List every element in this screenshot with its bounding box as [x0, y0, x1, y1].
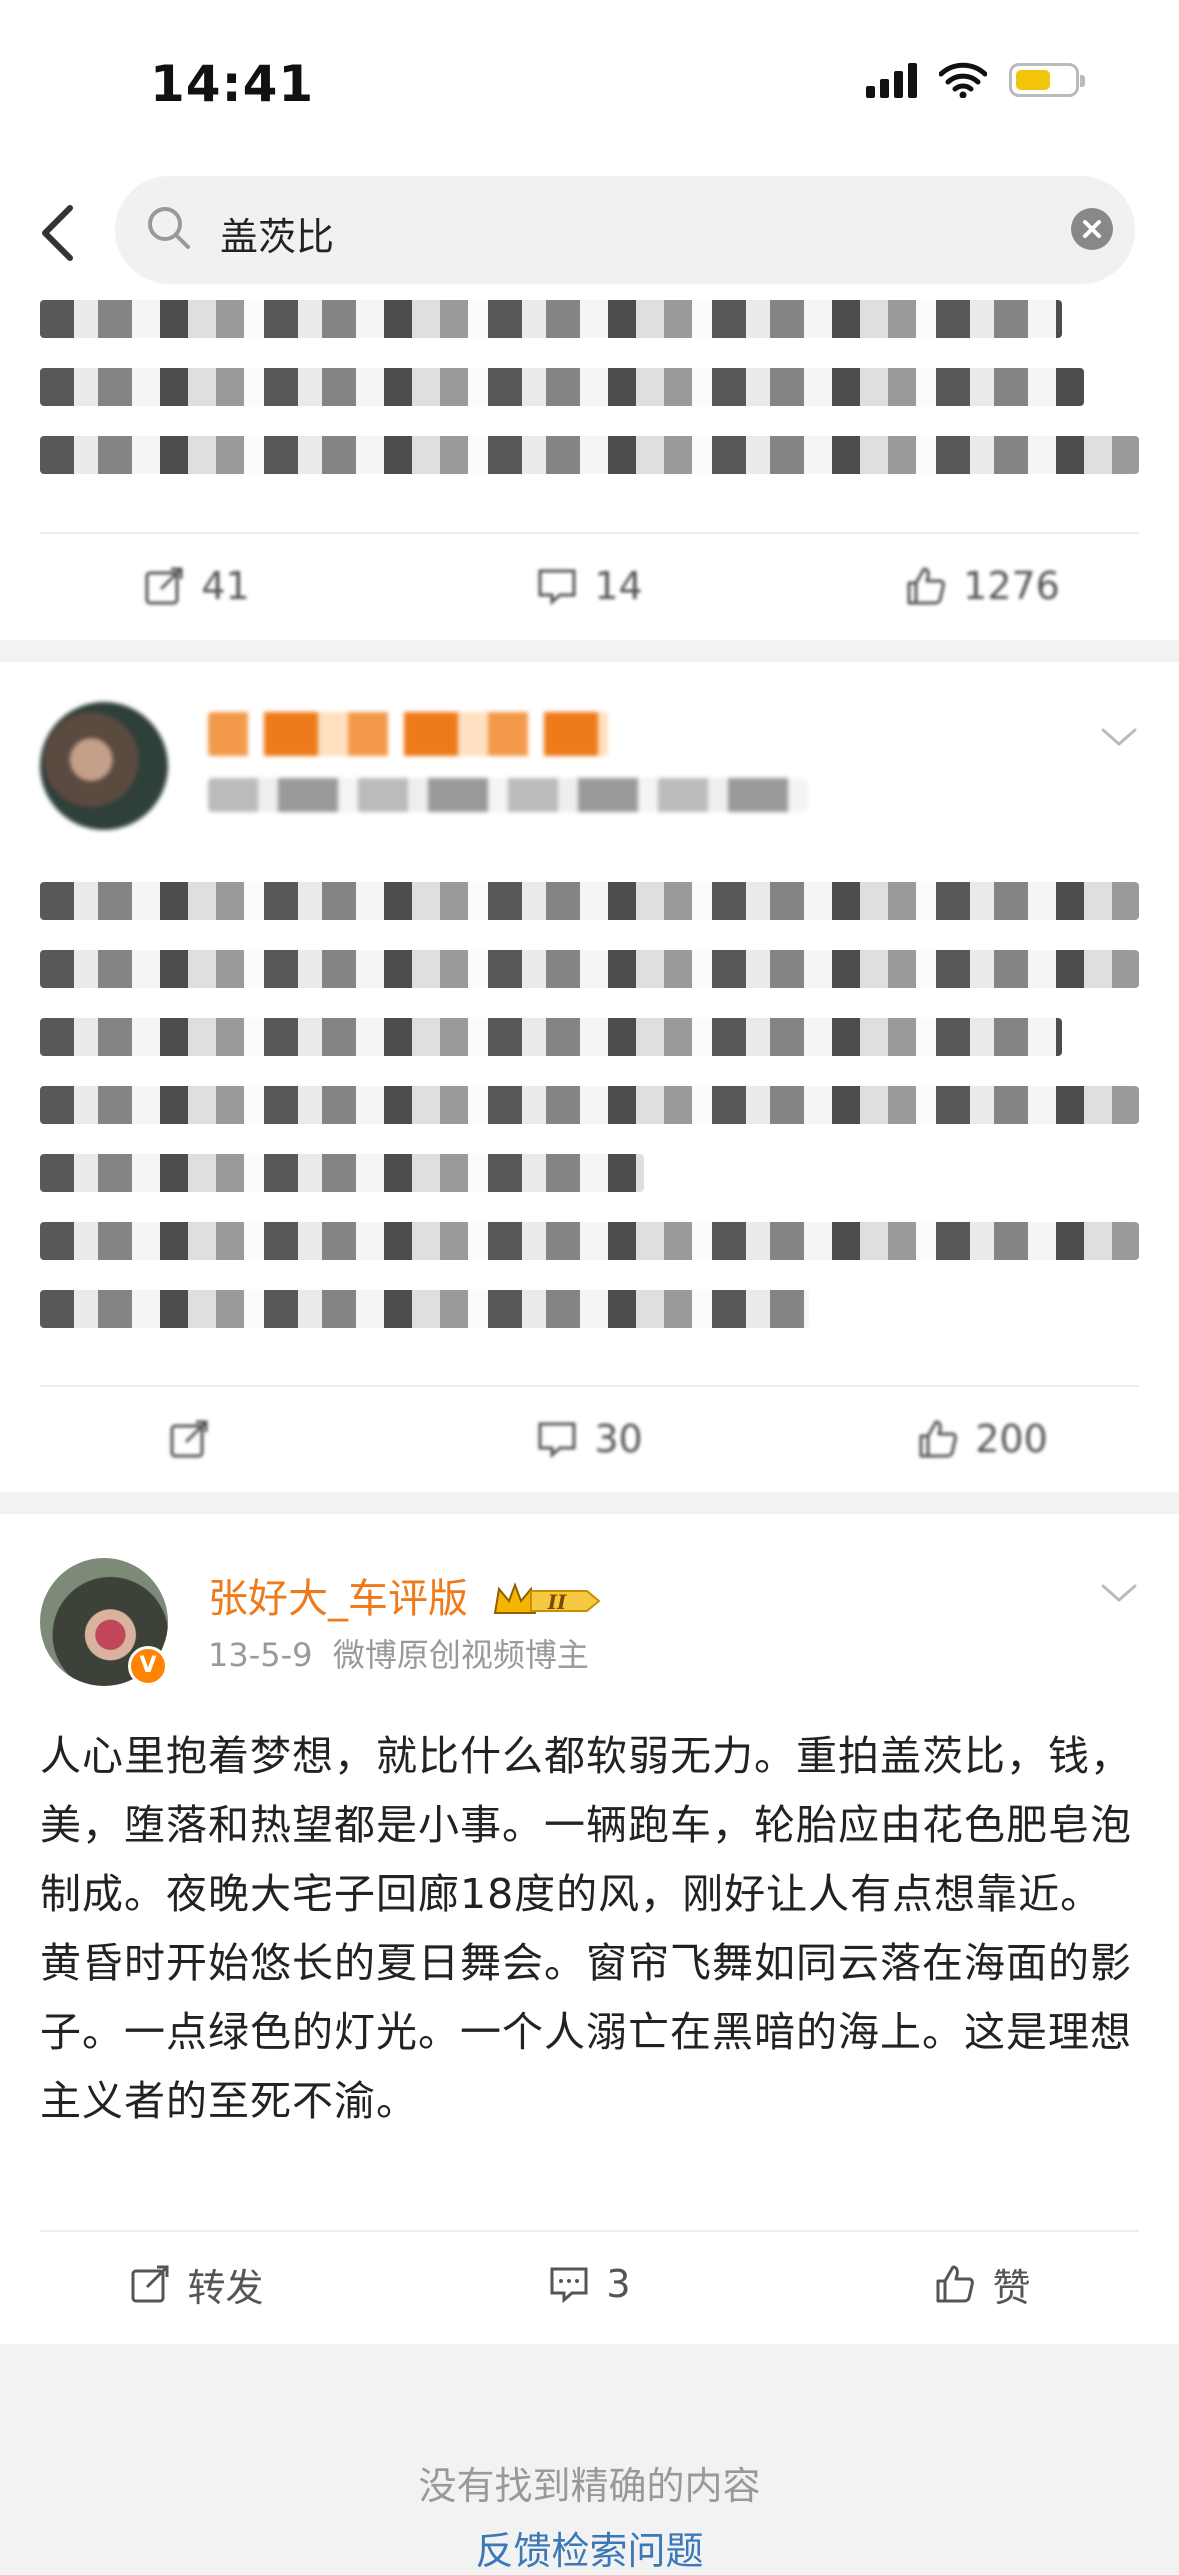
comment-icon	[538, 569, 576, 606]
post-card: V 张好大_车评版 II 13-5-9 微博原创视频博主 人心里抱着梦想，就比什…	[0, 1514, 1179, 2344]
blurred-username[interactable]	[208, 712, 608, 756]
comment-count: 14	[594, 564, 643, 608]
search-footer: 没有找到精确的内容 反馈检索问题	[0, 2350, 1179, 2573]
repost-button[interactable]	[0, 1389, 393, 1489]
status-time: 14:41	[150, 55, 315, 113]
post-date: 13-5-9	[208, 1636, 313, 1674]
thumbs-up-icon	[919, 1420, 958, 1458]
like-count: 1276	[963, 564, 1060, 608]
blurred-meta	[208, 778, 808, 812]
divider	[40, 2230, 1139, 2232]
search-header: 盖茨比	[0, 170, 1179, 300]
post-actions: 30 200	[0, 1389, 1179, 1489]
comment-button[interactable]: 30	[393, 1389, 786, 1489]
post-card-blurred-1: 41 14 1276	[0, 300, 1179, 640]
chevron-down-icon[interactable]	[1099, 1578, 1139, 1608]
search-query: 盖茨比	[220, 215, 335, 259]
level-badge-text: II	[546, 1590, 566, 1614]
post-body: 人心里抱着梦想，就比什么都软弱无力。重拍盖茨比，钱，美，堕落和热望都是小事。一辆…	[40, 1732, 1132, 2125]
clear-search-button[interactable]	[1071, 208, 1113, 250]
repost-icon	[131, 2265, 169, 2303]
divider	[40, 1385, 1139, 1387]
repost-label: 转发	[187, 2265, 264, 2310]
like-button[interactable]: 1276	[786, 536, 1179, 636]
battery-icon	[1009, 63, 1085, 97]
post-meta: 13-5-9 微博原创视频博主	[208, 1630, 589, 1676]
verified-badge-icon: V	[128, 1646, 168, 1686]
repost-button[interactable]: 转发	[0, 2234, 393, 2334]
divider	[40, 532, 1139, 534]
avatar[interactable]	[40, 702, 168, 830]
username-text: 张好大_车评版	[208, 1576, 468, 1622]
like-count: 200	[975, 1417, 1048, 1461]
feedback-link[interactable]: 反馈检索问题	[0, 2520, 1179, 2575]
author-row: V 张好大_车评版 II 13-5-9 微博原创视频博主	[40, 1558, 1139, 1688]
repost-button[interactable]: 41	[0, 536, 393, 636]
author-row	[40, 702, 1139, 832]
cellular-signal-icon	[866, 62, 917, 98]
wifi-icon	[939, 62, 987, 98]
blurred-post-text	[40, 300, 1139, 504]
back-arrow-icon[interactable]	[30, 198, 90, 268]
thumbs-up-icon	[907, 567, 946, 605]
blurred-post-text	[40, 882, 1139, 1358]
thumbs-up-icon	[936, 2265, 975, 2303]
comment-icon	[538, 1422, 576, 1459]
comment-button[interactable]: 14	[393, 536, 786, 636]
post-actions: 转发 3 赞	[0, 2234, 1179, 2334]
comment-count: 3	[606, 2262, 631, 2306]
post-source: 微博原创视频博主	[332, 1636, 589, 1674]
like-label: 赞	[992, 2265, 1031, 2310]
no-result-text: 没有找到精确的内容	[418, 2464, 761, 2508]
search-icon	[148, 207, 190, 249]
status-bar: 14:41	[0, 0, 1179, 170]
search-input[interactable]: 盖茨比	[115, 176, 1135, 284]
comment-count: 30	[594, 1417, 643, 1461]
post-actions: 41 14 1276	[0, 536, 1179, 636]
username[interactable]: 张好大_车评版 II	[208, 1566, 603, 1624]
comment-icon	[550, 2267, 588, 2304]
repost-icon	[170, 1420, 207, 1458]
chevron-down-icon[interactable]	[1099, 722, 1139, 752]
post-card-blurred-2: 30 200	[0, 662, 1179, 1492]
level-crown-icon: II	[491, 1579, 603, 1623]
like-button[interactable]: 200	[786, 1389, 1179, 1489]
status-icons	[866, 62, 1085, 98]
repost-count: 41	[201, 564, 250, 608]
comment-button[interactable]: 3	[393, 2234, 786, 2334]
close-icon	[1083, 220, 1101, 238]
repost-icon	[145, 567, 183, 605]
like-button[interactable]: 赞	[786, 2234, 1179, 2334]
